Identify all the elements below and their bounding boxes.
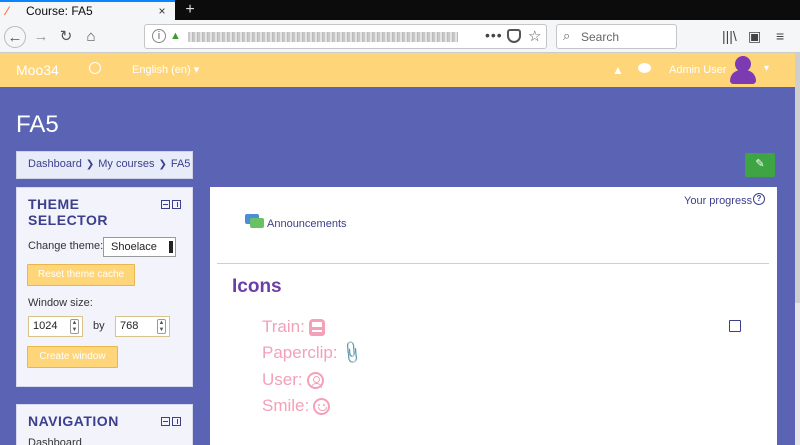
browser-toolbar: ← → ↻ ⌂ i ▲ ••• ☆ ⌕ Search |||\ ▣ ≡ <box>0 20 800 53</box>
site-header: Moo34 English (en) ▾ ▲ Admin User ▾ <box>0 53 795 87</box>
help-icon[interactable] <box>89 62 101 74</box>
nav-item-dashboard[interactable]: Dashboard <box>28 437 82 445</box>
your-progress-label: Your progress <box>684 195 753 207</box>
browser-tab[interactable]: ⁄ Course: FA5 × <box>0 0 175 20</box>
forum-icon <box>245 214 264 228</box>
window-height-input[interactable]: 768 ▲ ▼ <box>115 316 170 337</box>
site-brand[interactable]: Moo34 <box>16 62 59 78</box>
reload-button[interactable]: ↻ <box>55 26 77 48</box>
collapse-block-icon[interactable] <box>161 200 170 209</box>
tab-title: Course: FA5 <box>26 4 93 18</box>
smile-icon <box>313 397 331 415</box>
theme-selector-block: THEME SELECTOR Change theme: Shoelace Re… <box>16 187 193 387</box>
notification-bell-icon[interactable]: ▲ <box>612 63 624 77</box>
breadcrumb: Dashboard ❯ My courses ❯ FA5 <box>16 151 193 179</box>
new-tab-button[interactable]: + <box>180 0 200 20</box>
height-spinner-icon[interactable]: ▲ ▼ <box>157 319 166 334</box>
announcements-link[interactable]: Announcements <box>267 218 347 230</box>
breadcrumb-separator-icon: ❯ <box>158 159 167 170</box>
create-window-button[interactable]: Create window <box>27 346 118 368</box>
block-title-line: THEME <box>28 196 80 212</box>
user-name[interactable]: Admin User <box>669 64 726 76</box>
page-actions-icon[interactable]: ••• <box>485 27 503 43</box>
list-item: Train: <box>262 317 325 337</box>
navigation-block: NAVIGATION Dashboard <box>16 404 193 445</box>
completion-checkbox[interactable] <box>729 320 741 332</box>
search-placeholder: Search <box>581 30 620 44</box>
user-icon <box>306 371 324 389</box>
paperclip-icon: 📎 <box>338 340 365 367</box>
theme-select[interactable]: Shoelace <box>103 237 176 257</box>
breadcrumb-separator-icon: ❯ <box>85 159 95 170</box>
dock-block-icon[interactable] <box>172 417 181 426</box>
width-spinner-icon[interactable]: ▲ ▼ <box>70 319 79 334</box>
messages-icon[interactable] <box>638 63 651 73</box>
scrollbar-thumb[interactable] <box>795 53 800 303</box>
avatar-body <box>730 70 756 84</box>
search-input[interactable]: ⌕ Search <box>556 24 677 49</box>
menu-icon[interactable]: ≡ <box>776 28 784 44</box>
tab-close-icon[interactable]: × <box>155 4 169 18</box>
library-icon[interactable]: |||\ <box>722 28 737 44</box>
breadcrumb-dashboard[interactable]: Dashboard <box>28 158 82 170</box>
change-theme-label: Change theme: <box>28 240 104 252</box>
height-value: 768 <box>120 320 139 332</box>
sidebar-icon[interactable]: ▣ <box>748 28 761 45</box>
language-menu[interactable]: English (en) ▾ <box>132 63 199 76</box>
course-content: Your progress ? Announcements Icons Trai… <box>210 187 777 445</box>
window-size-label: Window size: <box>28 297 93 309</box>
list-item: User: <box>262 370 324 390</box>
info-icon[interactable]: i <box>152 29 166 43</box>
train-icon <box>308 318 325 336</box>
section-divider <box>217 263 769 264</box>
bookmark-star-icon[interactable]: ☆ <box>528 27 541 45</box>
item-label: Train: <box>262 317 305 336</box>
block-title: NAVIGATION <box>28 413 119 429</box>
breadcrumb-my-courses[interactable]: My courses <box>98 158 154 170</box>
window-width-input[interactable]: 1024 ▲ ▼ <box>28 316 83 337</box>
width-value: 1024 <box>33 320 58 332</box>
section-title: Icons <box>232 276 282 297</box>
page-title: FA5 <box>16 111 59 138</box>
block-title-line: SELECTOR <box>28 212 108 228</box>
edit-mode-button[interactable]: ✎ <box>745 153 775 177</box>
by-label: by <box>93 320 105 332</box>
search-icon: ⌕ <box>563 28 571 43</box>
back-button[interactable]: ← <box>4 26 26 48</box>
item-label: User: <box>262 370 303 389</box>
block-title: THEME SELECTOR <box>28 196 108 228</box>
collapse-block-icon[interactable] <box>161 417 170 426</box>
forward-button[interactable]: → <box>30 26 52 48</box>
lock-icon[interactable]: ▲ <box>170 30 181 42</box>
help-question-icon[interactable]: ? <box>753 193 765 205</box>
reset-theme-cache-button[interactable]: Reset theme cache <box>27 264 135 286</box>
browser-tab-bar: ⁄ Course: FA5 × + <box>0 0 800 20</box>
item-label: Smile: <box>262 396 310 415</box>
avatar[interactable] <box>728 56 758 84</box>
list-item: Paperclip: 📎 <box>262 341 364 366</box>
moodle-favicon-icon: ⁄ <box>6 4 9 18</box>
user-menu-caret-icon[interactable]: ▾ <box>764 63 769 74</box>
list-item: Smile: <box>262 396 331 416</box>
dock-block-icon[interactable] <box>172 200 181 209</box>
pocket-icon[interactable] <box>507 29 521 43</box>
home-button[interactable]: ⌂ <box>80 26 102 48</box>
url-bar[interactable]: i ▲ ••• ☆ <box>144 24 547 49</box>
item-label: Paperclip: <box>262 343 338 362</box>
breadcrumb-course[interactable]: FA5 <box>171 158 191 170</box>
url-text-redacted <box>188 32 458 42</box>
edit-icon: ✎ <box>755 158 765 170</box>
